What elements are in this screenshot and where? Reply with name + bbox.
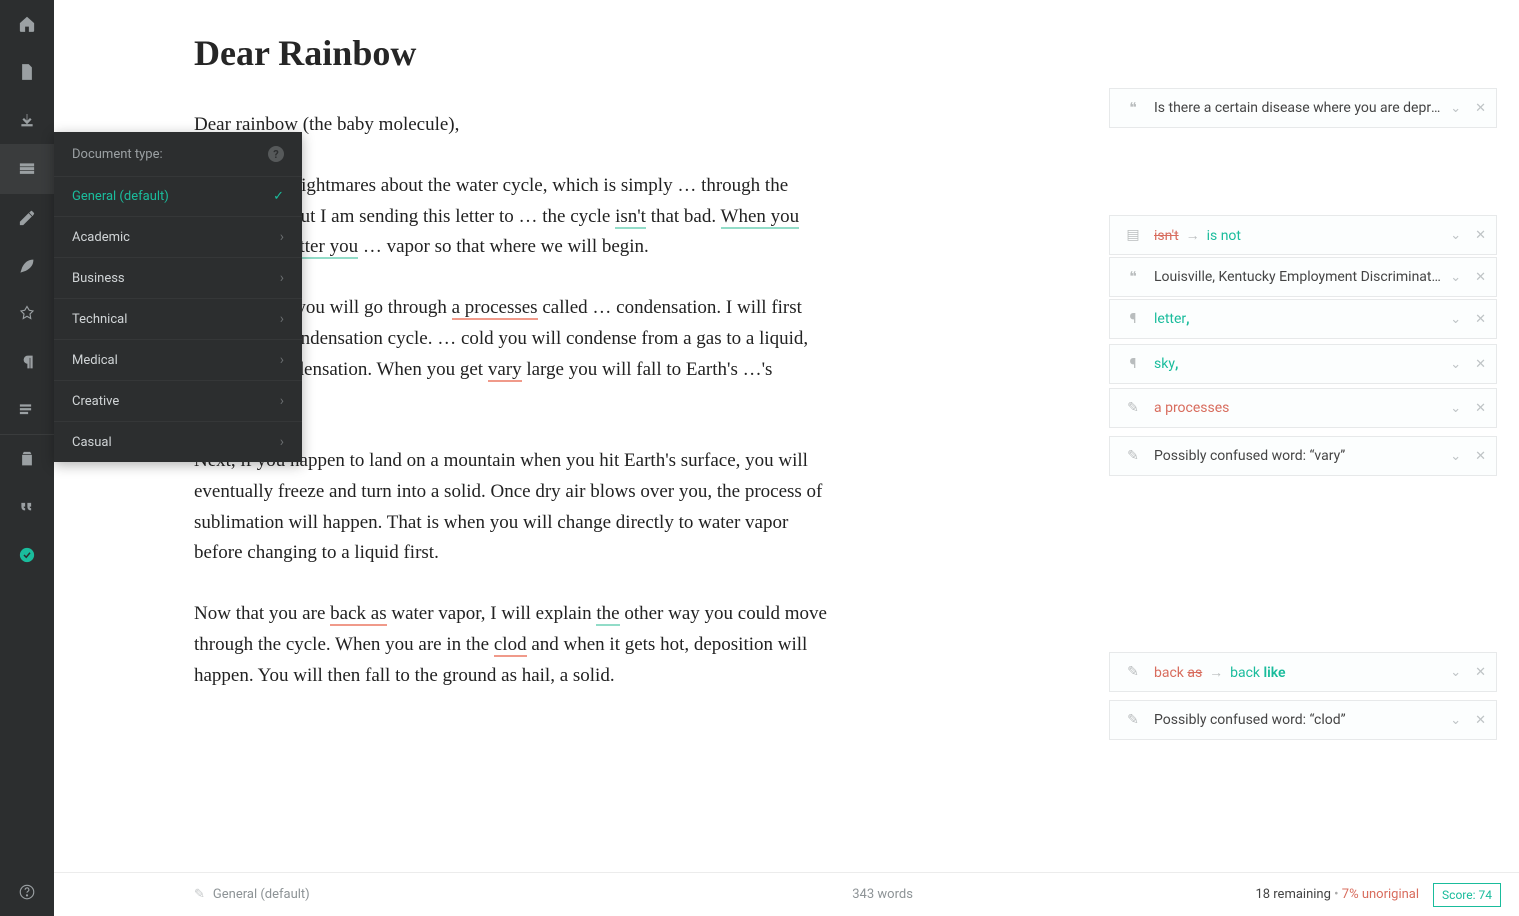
status-remaining: 18 remaining: [1255, 887, 1330, 902]
edit-icon: ✎: [1124, 711, 1142, 729]
status-bar: ✎ General (default) 343 words 18 remaini…: [54, 872, 1519, 916]
paragraph: Next, if you happen to land on a mountai…: [194, 446, 834, 569]
status-score[interactable]: Score: 74: [1433, 883, 1501, 907]
status-unoriginal: 7% unoriginal: [1342, 887, 1419, 902]
new-doc-icon[interactable]: [0, 48, 54, 96]
home-icon[interactable]: [0, 0, 54, 48]
quote-icon: ❝: [1124, 268, 1142, 286]
close-icon[interactable]: ✕: [1475, 312, 1486, 327]
chevron-down-icon[interactable]: ⌄: [1450, 312, 1461, 327]
suggestion-card[interactable]: ▤ isn't → is not ⌄ ✕: [1109, 215, 1497, 255]
chevron-down-icon[interactable]: ⌄: [1450, 270, 1461, 285]
enhance-icon[interactable]: [0, 290, 54, 338]
chevron-right-icon: ›: [280, 229, 284, 245]
chevron-right-icon: ›: [280, 352, 284, 368]
suggestion-card[interactable]: ✎ Possibly confused word: “clod” ⌄ ✕: [1109, 700, 1497, 740]
suggestion-text: a processes: [1154, 400, 1442, 416]
quote-icon[interactable]: [0, 483, 54, 531]
doc-type-medical[interactable]: Medical›: [54, 339, 302, 380]
check-icon[interactable]: [0, 531, 54, 579]
checkmark-icon: ✓: [273, 189, 284, 204]
suggestion-card[interactable]: ¶ letter, ⌄ ✕: [1109, 299, 1497, 339]
edit-icon: ✎: [194, 887, 205, 902]
doc-type-business[interactable]: Business›: [54, 257, 302, 298]
suggestion-text: Louisville, Kentucky Employment Discrimi…: [1154, 269, 1442, 285]
close-icon[interactable]: ✕: [1475, 270, 1486, 285]
suggestion-text: Possibly confused word: “vary”: [1154, 448, 1442, 464]
doc-type-icon[interactable]: [0, 145, 54, 193]
dropdown-header-text: Document type:: [72, 147, 163, 162]
download-icon[interactable]: [0, 96, 54, 144]
suggestion-card[interactable]: ¶ sky, ⌄ ✕: [1109, 344, 1497, 384]
suggestion-card[interactable]: ✎ Possibly confused word: “vary” ⌄ ✕: [1109, 436, 1497, 476]
chevron-down-icon[interactable]: ⌄: [1450, 665, 1461, 680]
chevron-down-icon[interactable]: ⌄: [1450, 401, 1461, 416]
help-icon[interactable]: [0, 868, 54, 916]
suggestion-text: back as → back like: [1154, 664, 1442, 681]
chevron-right-icon: ›: [280, 393, 284, 409]
paragraph-icon: ¶: [1124, 310, 1142, 328]
doc-type-creative[interactable]: Creative›: [54, 380, 302, 421]
doc-type-academic[interactable]: Academic›: [54, 216, 302, 257]
document-icon: ▤: [1124, 226, 1142, 244]
feather-icon: ✎: [1124, 663, 1142, 681]
suggestion-card[interactable]: ✎ back as → back like ⌄ ✕: [1109, 652, 1497, 692]
dropdown-header: Document type: ?: [54, 132, 302, 176]
edit-icon: ✎: [1124, 447, 1142, 465]
suggestion-text: Is there a certain disease where you are…: [1154, 100, 1442, 116]
trash-icon[interactable]: [0, 435, 54, 483]
close-icon[interactable]: ✕: [1475, 357, 1486, 372]
doc-type-casual[interactable]: Casual›: [54, 421, 302, 462]
feather-icon: ✎: [1124, 399, 1142, 417]
chevron-down-icon[interactable]: ⌄: [1450, 713, 1461, 728]
suggestion-card[interactable]: ❝ Is there a certain disease where you a…: [1109, 88, 1497, 128]
suggestion-text: letter,: [1154, 311, 1442, 327]
suggestion-text: Possibly confused word: “clod”: [1154, 712, 1442, 728]
chevron-down-icon[interactable]: ⌄: [1450, 228, 1461, 243]
close-icon[interactable]: ✕: [1475, 713, 1486, 728]
edit-icon[interactable]: [0, 194, 54, 242]
close-icon[interactable]: ✕: [1475, 665, 1486, 680]
paragraph: Now that you are back as water vapor, I …: [194, 599, 834, 691]
suggestions-panel: ❝ Is there a certain disease where you a…: [1109, 0, 1519, 872]
chevron-right-icon: ›: [280, 270, 284, 286]
close-icon[interactable]: ✕: [1475, 101, 1486, 116]
chevron-down-icon[interactable]: ⌄: [1450, 449, 1461, 464]
close-icon[interactable]: ✕: [1475, 401, 1486, 416]
close-icon[interactable]: ✕: [1475, 228, 1486, 243]
list-icon[interactable]: [0, 386, 54, 434]
paragraph-icon: ¶: [1124, 355, 1142, 373]
suggestion-text: sky,: [1154, 356, 1442, 372]
chevron-down-icon[interactable]: ⌄: [1450, 357, 1461, 372]
status-doc-type[interactable]: General (default): [213, 887, 310, 902]
status-word-count: 343 words: [852, 887, 913, 902]
chevron-down-icon[interactable]: ⌄: [1450, 101, 1461, 116]
suggestion-text: isn't → is not: [1154, 227, 1442, 244]
paragraph-icon[interactable]: [0, 338, 54, 386]
chevron-right-icon: ›: [280, 434, 284, 450]
chevron-right-icon: ›: [280, 311, 284, 327]
close-icon[interactable]: ✕: [1475, 449, 1486, 464]
sidebar: [0, 0, 54, 916]
doc-type-general[interactable]: General (default)✓: [54, 176, 302, 216]
feather-icon[interactable]: [0, 242, 54, 290]
suggestion-card[interactable]: ❝ Louisville, Kentucky Employment Discri…: [1109, 257, 1497, 297]
doc-type-dropdown: Document type: ? General (default)✓ Acad…: [54, 132, 302, 462]
help-icon[interactable]: ?: [268, 146, 284, 162]
doc-type-technical[interactable]: Technical›: [54, 298, 302, 339]
document-title: Dear Rainbow: [194, 32, 1069, 74]
suggestion-card[interactable]: ✎ a processes ⌄ ✕: [1109, 388, 1497, 428]
quote-icon: ❝: [1124, 99, 1142, 117]
